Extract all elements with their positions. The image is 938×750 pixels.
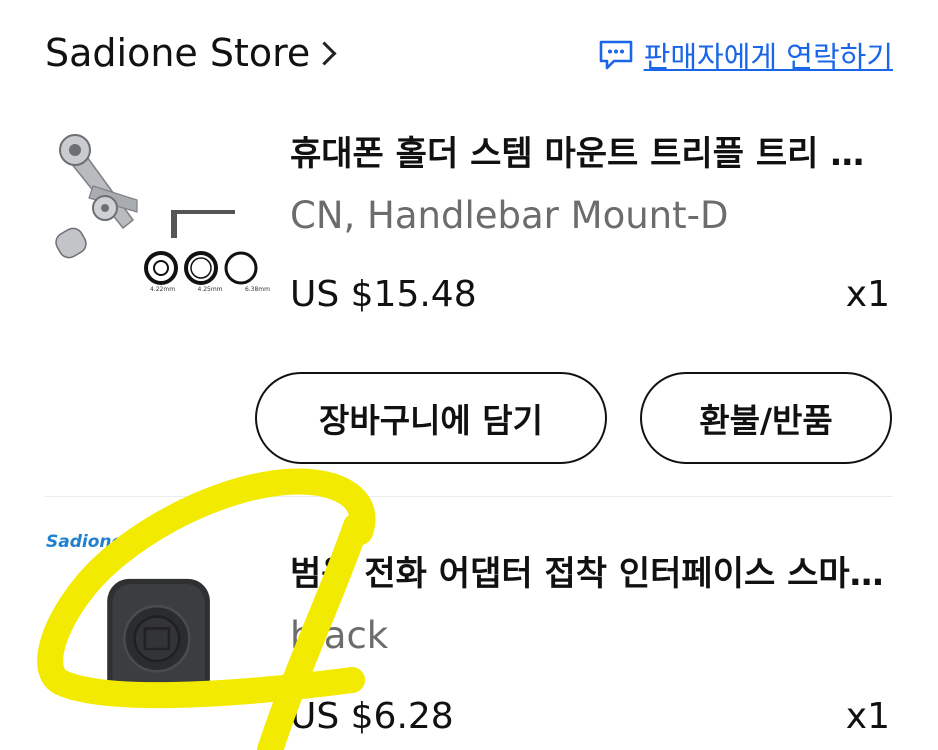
store-name[interactable]: Sadione Store [45,31,310,75]
product-variant: CN, Handlebar Mount-D [290,194,729,237]
product-title[interactable]: 휴대폰 홀더 스템 마운트 트리플 트리 에어밴 마운트 [290,126,890,175]
contact-seller-label[interactable]: 판매자에게 연락하기 [644,34,893,76]
refund-return-button[interactable]: 환불/반품 [640,372,892,464]
store-link[interactable]: Sadione Store [45,30,337,76]
product-thumbnail-phone-adapter[interactable] [45,560,267,750]
product-variant: black [290,614,389,657]
product-quantity: x1 [845,274,890,315]
chevron-right-icon[interactable] [312,41,337,66]
ring-size-label: 6.38mm [244,286,270,293]
brand-label: Sadione [46,532,124,552]
store-header: Sadione Store 판매자에게 연락하기 [45,30,893,76]
product-price: US $15.48 [290,274,477,315]
add-to-cart-button[interactable]: 장바구니에 담기 [255,372,607,464]
ring-size-label: 4.25mm [197,286,223,293]
chat-bubble-icon[interactable] [598,39,634,71]
product-title[interactable]: 범용 전화 어댑터 접착 인터페이스 스마트폰 마운트 [290,546,890,595]
divider [45,496,893,497]
product-thumbnail-handlebar-mount[interactable] [45,110,267,332]
ring-size-label: 4.22mm [150,286,176,293]
product-price: US $6.28 [290,696,454,737]
contact-seller-link[interactable]: 판매자에게 연락하기 [598,34,893,76]
ring-size-labels: 4.22mm 4.25mm 6.38mm [150,286,270,293]
product-quantity: x1 [845,696,890,737]
